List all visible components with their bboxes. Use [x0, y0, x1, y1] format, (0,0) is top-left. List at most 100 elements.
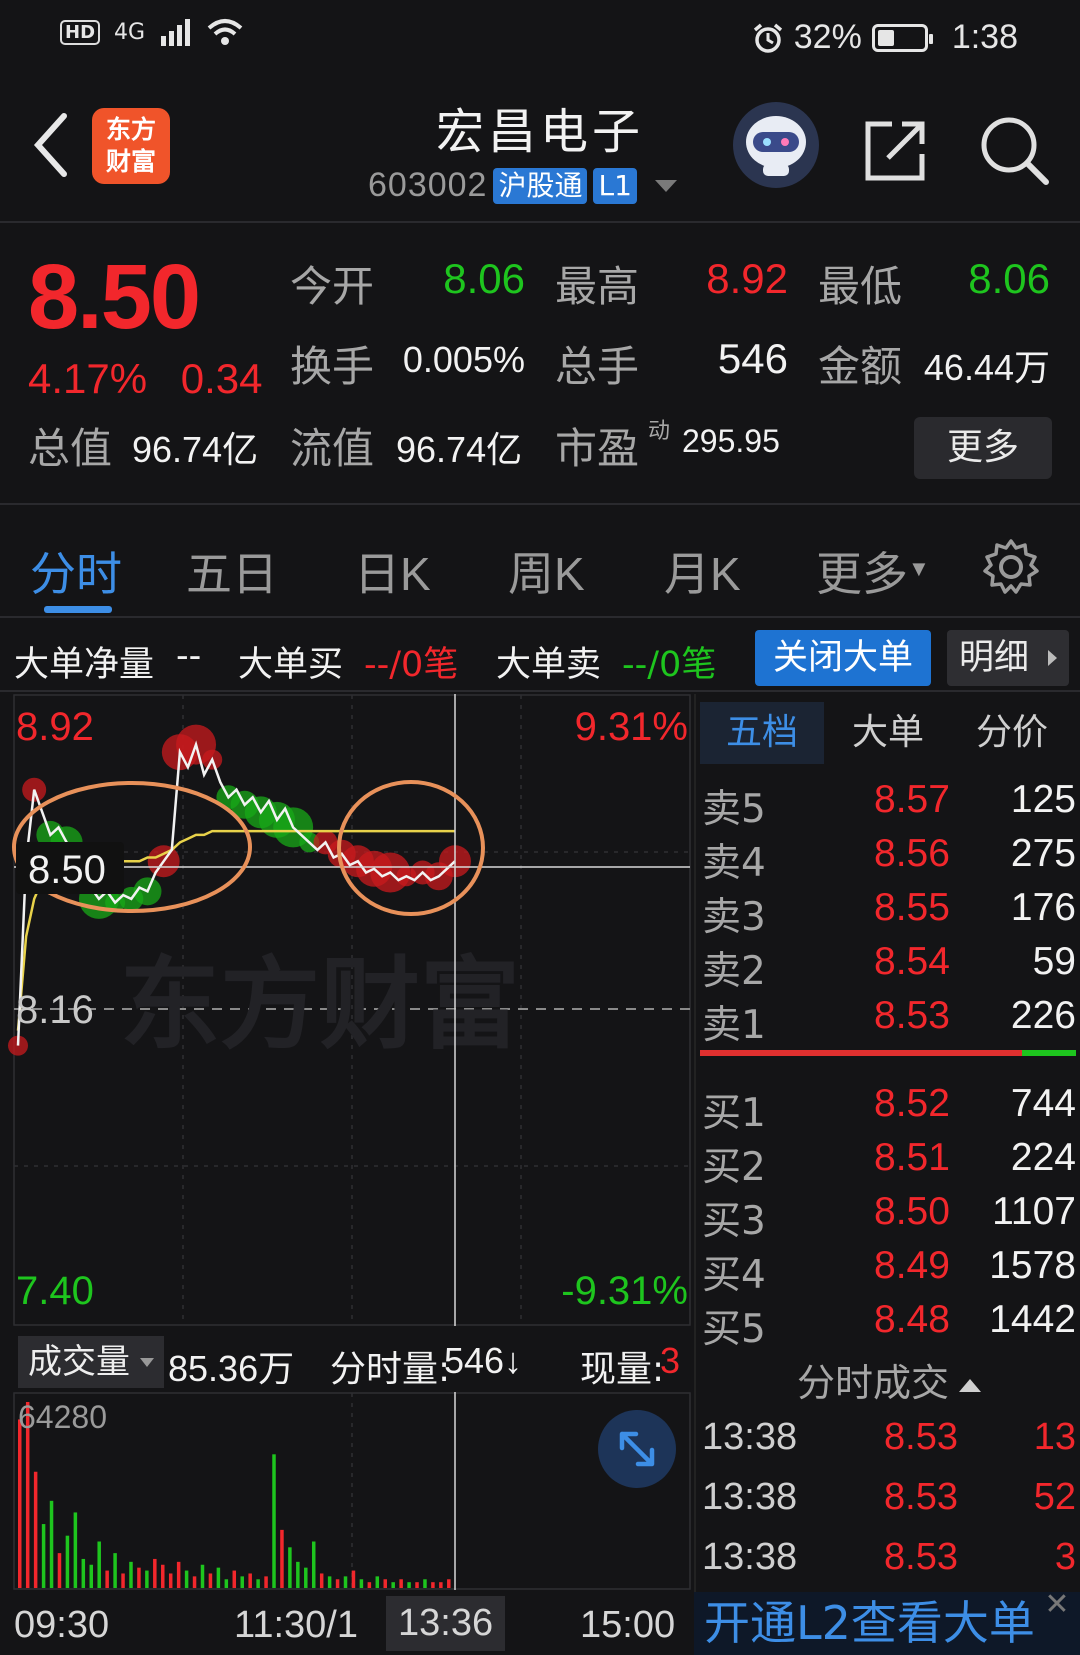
ask-row[interactable]: 卖2 8.54 59	[702, 936, 1076, 994]
detail-label: 明细	[959, 638, 1030, 678]
current-price-label: 8.50	[28, 848, 106, 892]
expand-icon[interactable]	[598, 1410, 676, 1488]
mktcap-label: 总值	[28, 424, 113, 473]
ask-volume: 125	[1010, 778, 1076, 821]
volume-bar	[224, 1579, 229, 1588]
bid-row[interactable]: 买4 8.49 1578	[702, 1240, 1076, 1298]
ask-label: 卖1	[702, 1003, 766, 1048]
tick-trades-header[interactable]: 分时成交	[696, 1352, 1080, 1407]
volume-bar	[41, 1524, 46, 1588]
search-icon[interactable]	[978, 114, 1050, 186]
price-low-label: 7.40	[16, 1269, 94, 1313]
tab-weekly-k[interactable]: 周K	[508, 538, 585, 604]
detail-button[interactable]: 明细	[947, 630, 1069, 686]
volume-bar	[272, 1454, 276, 1588]
l2-upgrade-banner[interactable]: 开通L2查看大单	[694, 1592, 1080, 1655]
close-icon[interactable]: ✕	[1040, 1588, 1074, 1622]
ask-volume: 275	[1010, 832, 1076, 875]
volume-chart[interactable]: 64280	[0, 1392, 692, 1590]
bid-volume: 744	[1010, 1082, 1076, 1125]
volume-bar	[65, 1535, 70, 1588]
tick-row: 13:38 8.53 13	[702, 1410, 1076, 1466]
tick-volume: 13	[1033, 1416, 1076, 1458]
sell-ratio	[1022, 1050, 1076, 1056]
tick-row: 13:38 8.53 3	[702, 1530, 1076, 1586]
time-label-open: 09:30	[14, 1604, 110, 1646]
indicator-select[interactable]: 成交量	[18, 1336, 164, 1388]
volume-bar	[264, 1576, 268, 1588]
tab-price-dist[interactable]: 分价	[976, 702, 1048, 764]
volume-bar	[232, 1570, 237, 1588]
ask-price: 8.55	[874, 886, 950, 929]
volume-bar	[73, 1512, 78, 1588]
tick-volume: 3	[1054, 1536, 1076, 1578]
active-tab-indicator	[44, 606, 112, 613]
gear-icon[interactable]	[982, 538, 1040, 596]
tab-five-levels[interactable]: 五档	[700, 702, 824, 764]
volume-bar	[161, 1564, 165, 1588]
ask-label: 卖3	[702, 895, 766, 940]
big-net-label: 大单净量	[14, 645, 155, 685]
big-buy-label: 大单买	[238, 645, 344, 685]
network-label: 4G	[114, 19, 146, 45]
volume-bar	[304, 1567, 308, 1588]
status-right: 32% 1:38	[752, 18, 1018, 57]
time-axis: 09:30 11:30/1 13:36 15:00	[0, 1592, 692, 1655]
volume-bar	[121, 1573, 125, 1588]
volume-bar	[97, 1541, 101, 1588]
bid-row[interactable]: 买5 8.48 1442	[702, 1294, 1076, 1352]
tab-intraday[interactable]: 分时	[30, 538, 122, 604]
close-big-order-button[interactable]: 关闭大单	[755, 630, 931, 686]
tab-big-orders[interactable]: 大单	[852, 702, 924, 764]
volume-bar	[137, 1567, 141, 1588]
ask-row[interactable]: 卖3 8.55 176	[702, 882, 1076, 940]
tab-more[interactable]: 更多▼	[816, 538, 930, 604]
volume-bar	[399, 1579, 403, 1588]
tab-monthly-k[interactable]: 月K	[664, 538, 741, 604]
tab-five-day[interactable]: 五日	[186, 538, 278, 604]
tick-time: 13:38	[702, 1476, 798, 1518]
turnover-value: 0.005%	[402, 339, 525, 380]
float-value: 96.74亿	[396, 429, 523, 470]
change-row: 4.17% 0.34	[28, 355, 285, 403]
battery-percent: 32%	[793, 18, 862, 56]
low-label: 最低	[818, 262, 903, 311]
minute-volume-label: 分时量:	[330, 1349, 451, 1390]
bid-row[interactable]: 买3 8.50 1107	[702, 1186, 1076, 1244]
bid-volume: 1578	[989, 1244, 1076, 1287]
volume-bar	[423, 1579, 427, 1588]
clock: 1:38	[951, 18, 1018, 56]
signal-icon	[161, 19, 191, 46]
ask-price: 8.54	[874, 940, 950, 983]
ask-row[interactable]: 卖5 8.57 125	[702, 774, 1076, 832]
big-order-bar: 大单净量 -- 大单买 --/0笔 大单卖 --/0笔 关闭大单 明细	[0, 622, 1080, 692]
share-icon[interactable]	[862, 116, 930, 184]
volume-bar	[383, 1579, 387, 1588]
stock-code-row[interactable]: 603002 沪股通 L1	[368, 166, 677, 205]
tab-daily-k[interactable]: 日K	[354, 538, 431, 604]
tick-row: 13:38 8.53 52	[702, 1470, 1076, 1526]
ask-row[interactable]: 卖4 8.56 275	[702, 828, 1076, 886]
volume-bar	[208, 1573, 213, 1588]
float-label: 流值	[290, 424, 375, 473]
battery-icon	[871, 23, 933, 52]
volume-bar	[184, 1570, 189, 1588]
bid-price: 8.51	[874, 1136, 950, 1179]
intraday-price-chart[interactable]: 东方财富 8.50 8.92 7.40 9.31% -9.31% 8.16	[0, 694, 692, 1326]
more-quote-button[interactable]: 更多	[914, 417, 1052, 479]
bid-row[interactable]: 买1 8.52 744	[702, 1078, 1076, 1136]
robot-assistant-icon[interactable]	[733, 102, 819, 188]
alarm-icon	[753, 23, 782, 53]
chart-tabs: 分时 五日 日K 周K 月K 更多▼	[0, 510, 1080, 618]
volume-bar	[216, 1567, 221, 1588]
volume-bar	[407, 1582, 411, 1588]
buy-sell-ratio-bar	[700, 1050, 1076, 1056]
chevron-down-icon[interactable]	[654, 179, 677, 192]
bid-label: 买3	[702, 1199, 766, 1244]
bid-row[interactable]: 买2 8.51 224	[702, 1132, 1076, 1190]
volume-bar	[256, 1579, 260, 1588]
bid-volume: 1442	[989, 1298, 1076, 1341]
ask-row[interactable]: 卖1 8.53 226	[702, 990, 1076, 1048]
volume-bar	[176, 1561, 181, 1588]
change-amount: 0.34	[180, 355, 263, 402]
